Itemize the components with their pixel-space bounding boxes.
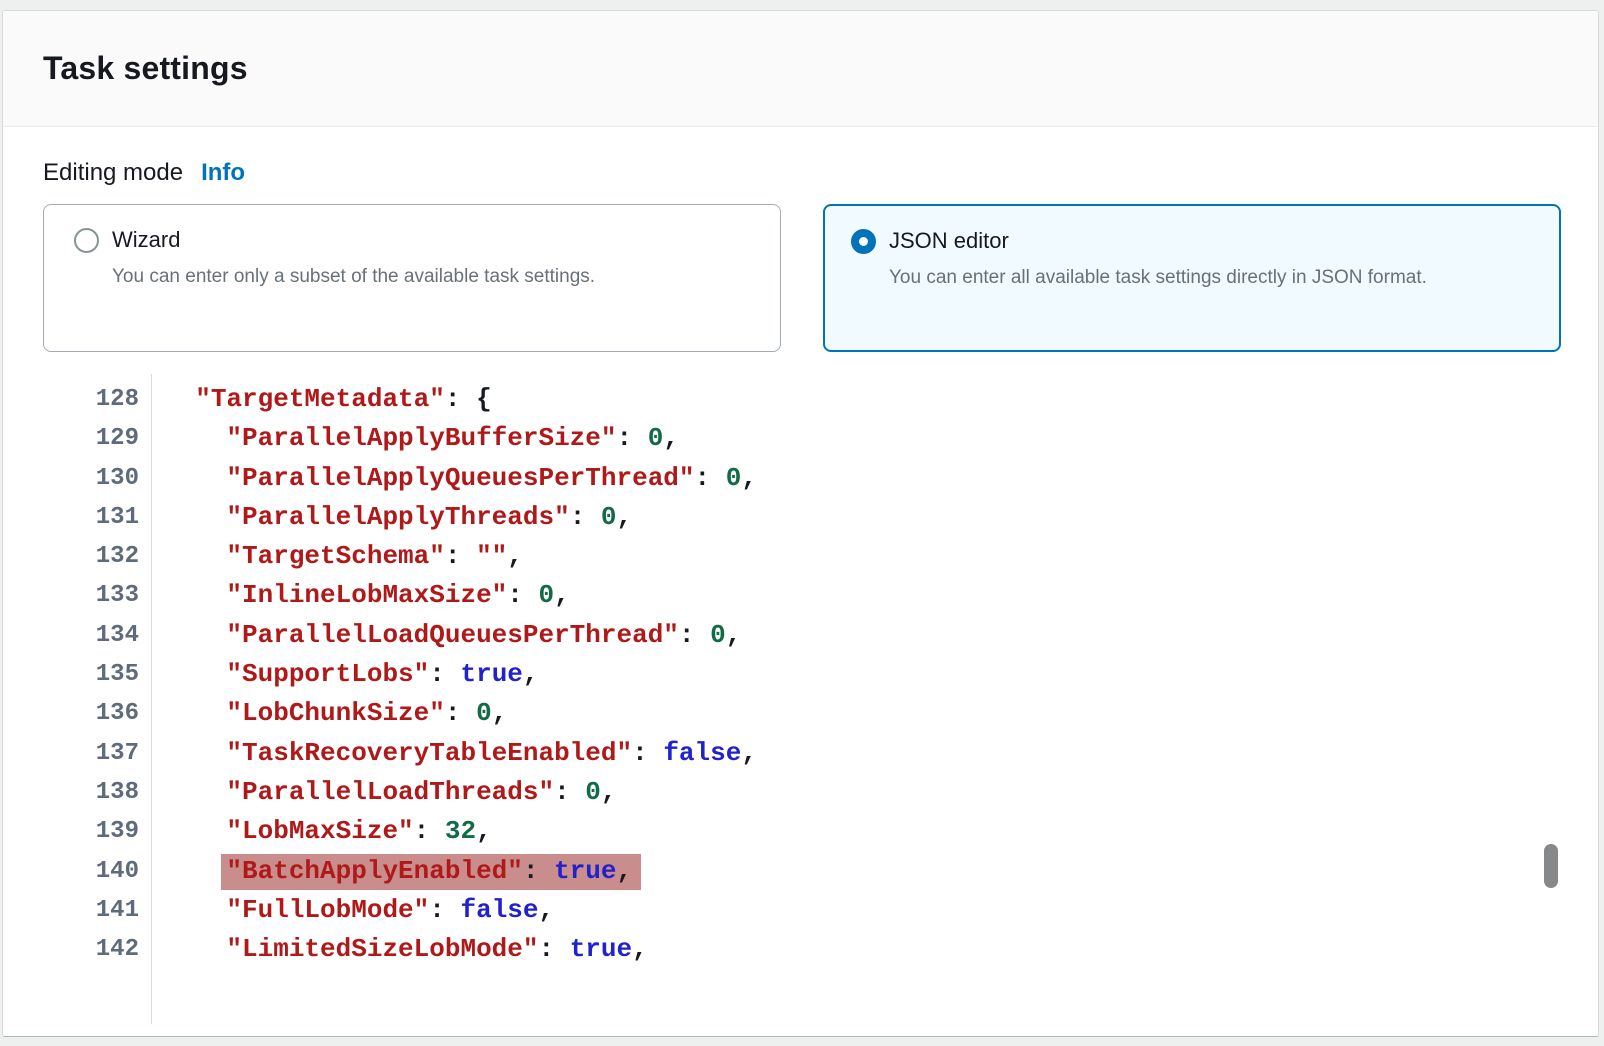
json-editor-option-description: You can enter all available task setting… [889,260,1449,296]
code-line-text: "BatchApplyEnabled": true, [151,852,641,891]
code-line[interactable]: 136 "LobChunkSize": 0, [43,694,1598,733]
code-line-text: "InlineLobMaxSize": 0, [151,576,570,615]
code-line-text: "ParallelApplyQueuesPerThread": 0, [151,459,757,498]
wizard-option-head: Wizard [74,227,752,253]
code-line-text: "LobChunkSize": 0, [151,694,507,733]
wizard-radio-button[interactable] [74,228,99,253]
line-number: 140 [43,852,151,891]
code-line-text: "LobMaxSize": 32, [151,812,492,851]
line-number: 132 [43,537,151,576]
line-number: 133 [43,576,151,615]
line-number: 129 [43,419,151,458]
code-line[interactable]: 131 "ParallelApplyThreads": 0, [43,498,1598,537]
editing-mode-row: Editing mode Info [43,159,1598,187]
json-editor-code[interactable]: 128 "TargetMetadata": {129 "ParallelAppl… [43,380,1598,969]
code-line[interactable]: 133 "InlineLobMaxSize": 0, [43,576,1598,615]
wizard-option-description: You can enter only a subset of the avail… [112,259,752,295]
highlighted-code: "BatchApplyEnabled": true, [221,854,641,890]
code-line-text: "LimitedSizeLobMode": true, [151,930,648,969]
code-line[interactable]: 130 "ParallelApplyQueuesPerThread": 0, [43,459,1598,498]
panel-header: Task settings [3,11,1598,127]
code-line[interactable]: 135 "SupportLobs": true, [43,655,1598,694]
wizard-option-label: Wizard [112,227,180,253]
code-line[interactable]: 137 "TaskRecoveryTableEnabled": false, [43,734,1598,773]
line-number: 128 [43,380,151,419]
code-line-text: "TaskRecoveryTableEnabled": false, [151,734,757,773]
line-number: 134 [43,616,151,655]
code-line[interactable]: 138 "ParallelLoadThreads": 0, [43,773,1598,812]
code-line-text: "TargetMetadata": { [151,380,492,419]
json-editor-option-card[interactable]: JSON editor You can enter all available … [823,204,1561,352]
wizard-option-card[interactable]: Wizard You can enter only a subset of th… [43,204,781,352]
code-line[interactable]: 128 "TargetMetadata": { [43,380,1598,419]
task-settings-panel: Task settings Editing mode Info Wizard Y… [2,10,1599,1037]
code-line-text: "TargetSchema": "", [151,537,523,576]
code-line[interactable]: 141 "FullLobMode": false, [43,891,1598,930]
code-line-text: "ParallelLoadThreads": 0, [151,773,617,812]
line-number: 139 [43,812,151,851]
json-editor-option-label: JSON editor [889,228,1009,254]
gutter-divider [151,374,152,1024]
editing-mode-label: Editing mode [43,159,183,187]
json-editor-option-head: JSON editor [851,228,1531,254]
line-number: 142 [43,930,151,969]
info-link[interactable]: Info [201,159,245,187]
code-line[interactable]: 132 "TargetSchema": "", [43,537,1598,576]
code-line-text: "ParallelApplyBufferSize": 0, [151,419,679,458]
panel-title: Task settings [43,50,248,87]
line-number: 136 [43,694,151,733]
line-number: 131 [43,498,151,537]
code-line[interactable]: 139 "LobMaxSize": 32, [43,812,1598,851]
line-number: 135 [43,655,151,694]
code-line[interactable]: 142 "LimitedSizeLobMode": true, [43,930,1598,969]
editing-mode-options: Wizard You can enter only a subset of th… [43,204,1598,352]
code-line[interactable]: 140 "BatchApplyEnabled": true, [43,852,1598,891]
line-number: 130 [43,459,151,498]
code-line-text: "SupportLobs": true, [151,655,539,694]
code-line[interactable]: 129 "ParallelApplyBufferSize": 0, [43,419,1598,458]
code-line-text: "ParallelApplyThreads": 0, [151,498,632,537]
code-line[interactable]: 134 "ParallelLoadQueuesPerThread": 0, [43,616,1598,655]
editor-scrollbar-thumb[interactable] [1544,844,1558,888]
line-number: 141 [43,891,151,930]
json-editor-radio-button[interactable] [851,229,876,254]
panel-content: Editing mode Info Wizard You can enter o… [3,159,1598,969]
code-line-text: "ParallelLoadQueuesPerThread": 0, [151,616,741,655]
line-number: 138 [43,773,151,812]
line-number: 137 [43,734,151,773]
code-line-text: "FullLobMode": false, [151,891,554,930]
